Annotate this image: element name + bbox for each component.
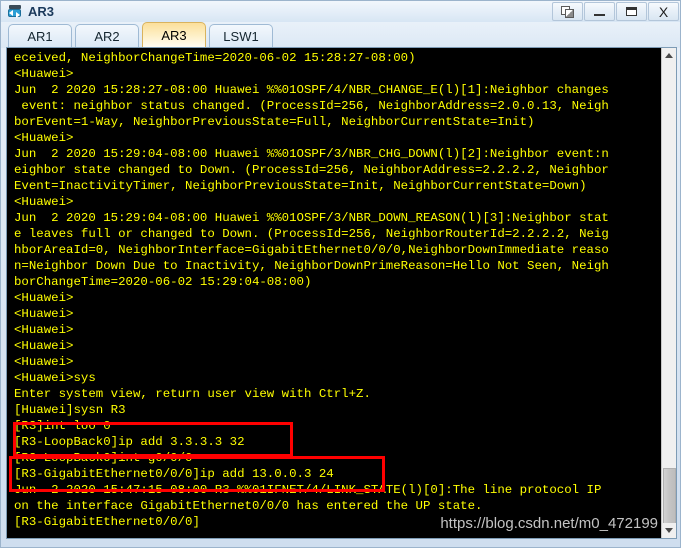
chevron-down-icon	[665, 528, 673, 533]
ensp-router-console-window: AR3 X AR1 AR2 AR3 LSW1 eceived, Neighbor…	[0, 0, 681, 548]
tab-label: LSW1	[223, 29, 259, 44]
tab-ar1[interactable]: AR1	[8, 24, 72, 48]
router-icon	[7, 4, 23, 20]
console-line: <Huawei>sys	[14, 371, 96, 385]
console-line: <Huawei>	[14, 131, 74, 145]
console-line: <Huawei>	[14, 307, 74, 321]
scrollbar-thumb[interactable]	[663, 468, 676, 526]
console-line: hborAreaId=0, NeighborInterface=GigabitE…	[14, 243, 609, 257]
console-line: [R3-LoopBack0]int g0/0/0	[14, 451, 193, 465]
console-output[interactable]: eceived, NeighborChangeTime=2020-06-02 1…	[7, 48, 662, 538]
console-line: on the interface GigabitEthernet0/0/0 ha…	[14, 499, 483, 513]
console-line: [Huawei]sysn R3	[14, 403, 126, 417]
console-line: Jun 2 2020 15:29:04-08:00 Huawei %%01OSP…	[14, 211, 609, 225]
console-line: borChangeTime=2020-06-02 15:29:04-08:00)	[14, 275, 312, 289]
close-button[interactable]: X	[648, 2, 679, 21]
tab-label: AR3	[161, 28, 187, 43]
console-scrollbar[interactable]	[661, 48, 676, 538]
title-bar-left: AR3	[1, 1, 54, 23]
title-bar: AR3 X	[1, 1, 680, 23]
console-line: <Huawei>	[14, 195, 74, 209]
maximize-button[interactable]	[616, 2, 647, 21]
console-frame: eceived, NeighborChangeTime=2020-06-02 1…	[6, 47, 677, 539]
console-line: <Huawei>	[14, 323, 74, 337]
console-line: n=Neighbor Down Due to Inactivity, Neigh…	[14, 259, 609, 273]
console-line: borEvent=1-Way, NeighborPreviousState=Fu…	[14, 115, 535, 129]
console-line: eighbor state changed to Down. (ProcessI…	[14, 163, 609, 177]
console-line: [R3-GigabitEthernet0/0/0]ip add 13.0.0.3…	[14, 467, 334, 481]
console-line: e leaves full or changed to Down. (Proce…	[14, 227, 609, 241]
device-tab-strip: AR1 AR2 AR3 LSW1	[1, 22, 680, 48]
console-line: event: neighbor status changed. (Process…	[14, 99, 609, 113]
console-line: Enter system view, return user view with…	[14, 387, 371, 401]
scrollbar-down-button[interactable]	[662, 523, 676, 538]
minimize-icon	[594, 13, 605, 16]
console-line: Jun 2 2020 15:29:04-08:00 Huawei %%01OSP…	[14, 147, 609, 161]
watermark-text: https://blog.csdn.net/m0_472199	[440, 515, 658, 532]
console-line: Jun 2 2020 15:47:15-08:00 R3 %%01IFNET/4…	[14, 483, 602, 497]
console-line: [R3-LoopBack0]ip add 3.3.3.3 32	[14, 435, 245, 449]
scrollbar-up-button[interactable]	[662, 48, 676, 63]
window-controls: X	[552, 2, 679, 21]
tab-ar3[interactable]: AR3	[142, 22, 206, 48]
console-line: <Huawei>	[14, 339, 74, 353]
console-line: Jun 2 2020 15:28:27-08:00 Huawei %%01OSP…	[14, 83, 609, 97]
tab-label: AR1	[27, 29, 53, 44]
console-line: Event=InactivityTimer, NeighborPreviousS…	[14, 179, 587, 193]
console-line: <Huawei>	[14, 291, 74, 305]
close-icon: X	[658, 3, 669, 20]
tab-label: AR2	[94, 29, 120, 44]
tab-ar2[interactable]: AR2	[75, 24, 139, 48]
minimize-button[interactable]	[584, 2, 615, 21]
console-line: eceived, NeighborChangeTime=2020-06-02 1…	[14, 51, 416, 65]
maximize-icon	[626, 7, 637, 16]
console-line: <Huawei>	[14, 67, 74, 81]
console-line: <Huawei>	[14, 355, 74, 369]
restore-icon	[560, 5, 575, 18]
tab-lsw1[interactable]: LSW1	[209, 24, 273, 48]
window-title: AR3	[28, 4, 55, 19]
console-line: [R3]int loo 0	[14, 419, 111, 433]
restore-button[interactable]	[552, 2, 583, 21]
chevron-up-icon	[665, 53, 673, 58]
